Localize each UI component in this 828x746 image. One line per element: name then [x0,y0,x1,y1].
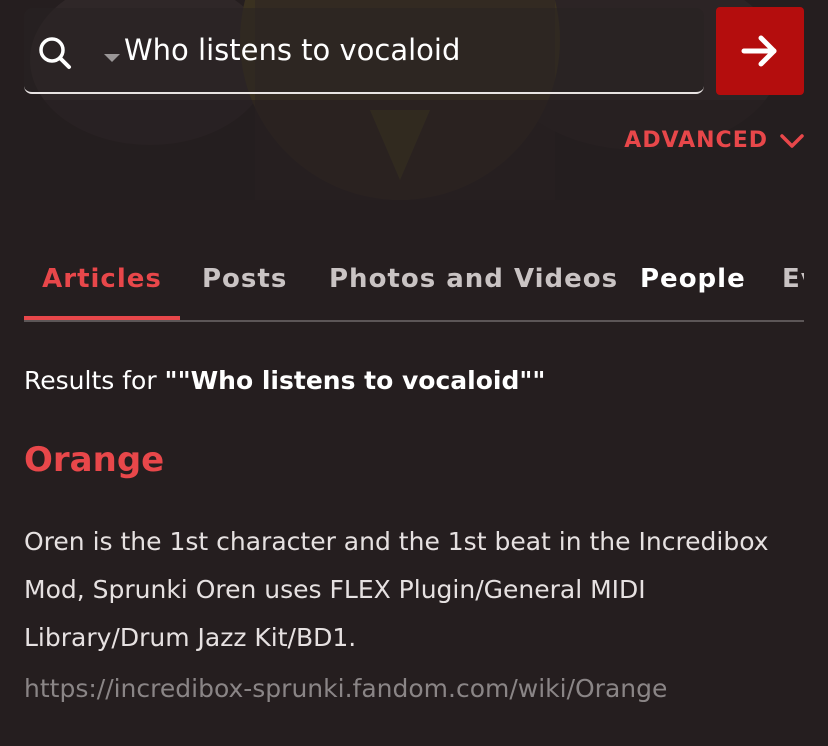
search-submit-button[interactable] [716,7,804,95]
result-snippet: Oren is the 1st character and the 1st be… [24,527,769,652]
search-scope-caret-icon[interactable] [104,54,120,62]
result-title-link[interactable]: Orange [24,440,164,480]
results-prefix: Results for [24,366,165,395]
tab-events[interactable]: Events [782,254,804,318]
result-tabs: Articles Posts Photos and Videos People … [24,254,804,322]
search-bar [24,8,704,94]
result-url-link[interactable]: https://incredibox-sprunki.fandom.com/wi… [24,674,667,703]
search-icon[interactable] [38,36,72,70]
chevron-down-icon [780,133,804,148]
advanced-toggle[interactable]: ADVANCED [624,128,804,153]
advanced-label: ADVANCED [624,128,768,153]
tab-posts[interactable]: Posts [202,254,287,318]
tab-articles[interactable]: Articles [24,254,180,320]
results-query: ""Who listens to vocaloid"" [164,366,546,395]
tab-people[interactable]: People [640,254,746,318]
arrow-right-icon [741,35,777,67]
results-heading: Results for ""Who listens to vocaloid"" [24,366,545,395]
tab-photos-and-videos[interactable]: Photos and Videos [329,254,618,318]
search-input[interactable] [124,30,684,70]
